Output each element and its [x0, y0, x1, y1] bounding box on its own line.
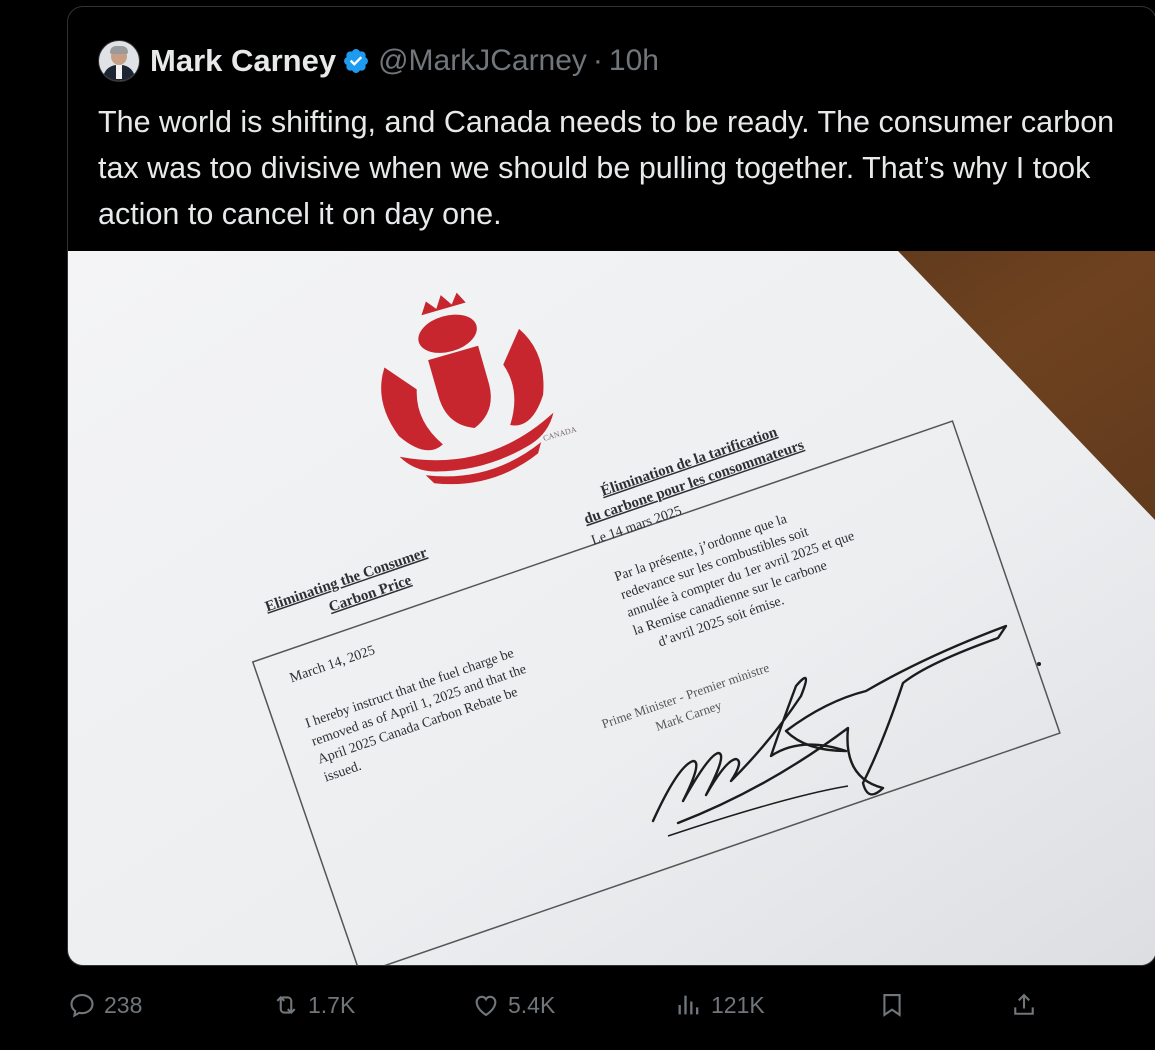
reply-button[interactable]: 238	[68, 985, 142, 1025]
share-button[interactable]	[1010, 985, 1038, 1025]
signature-dot	[1037, 662, 1041, 666]
repost-button[interactable]: 1.7K	[272, 985, 355, 1025]
reply-icon	[70, 994, 94, 1018]
tweet-actions-bar: 238 1.7K 5.4K 121K	[0, 985, 1155, 1025]
like-count: 5.4K	[508, 991, 556, 1018]
author-name[interactable]: Mark Carney	[150, 43, 336, 79]
share-icon	[1014, 993, 1034, 1015]
bookmark-button[interactable]	[878, 985, 906, 1025]
bookmark-icon	[883, 994, 901, 1017]
tweet-text: The world is shifting, and Canada needs …	[98, 105, 1123, 231]
reply-count: 238	[104, 991, 143, 1018]
view-count: 121K	[711, 991, 765, 1018]
tweet-photo[interactable]: CANADA Eliminating the Consumer Carbon P…	[68, 251, 1155, 965]
tweet-header: Mark Carney @MarkJCarney · 10h	[98, 40, 659, 82]
views-button[interactable]: 121K	[675, 985, 765, 1025]
heart-icon	[475, 995, 497, 1017]
repost-count: 1.7K	[308, 991, 356, 1018]
author-handle[interactable]: @MarkJCarney	[378, 44, 587, 78]
document-paper	[68, 251, 1155, 965]
separator-dot: ·	[592, 44, 603, 77]
author-avatar[interactable]	[98, 40, 140, 82]
tweet-timestamp[interactable]: 10h	[609, 44, 659, 78]
views-chart-icon	[678, 995, 699, 1015]
like-button[interactable]: 5.4K	[472, 985, 555, 1025]
verified-badge-icon	[344, 49, 369, 73]
tweet-card[interactable]: Mark Carney @MarkJCarney · 10h The world…	[67, 6, 1155, 966]
repost-icon	[276, 995, 296, 1015]
